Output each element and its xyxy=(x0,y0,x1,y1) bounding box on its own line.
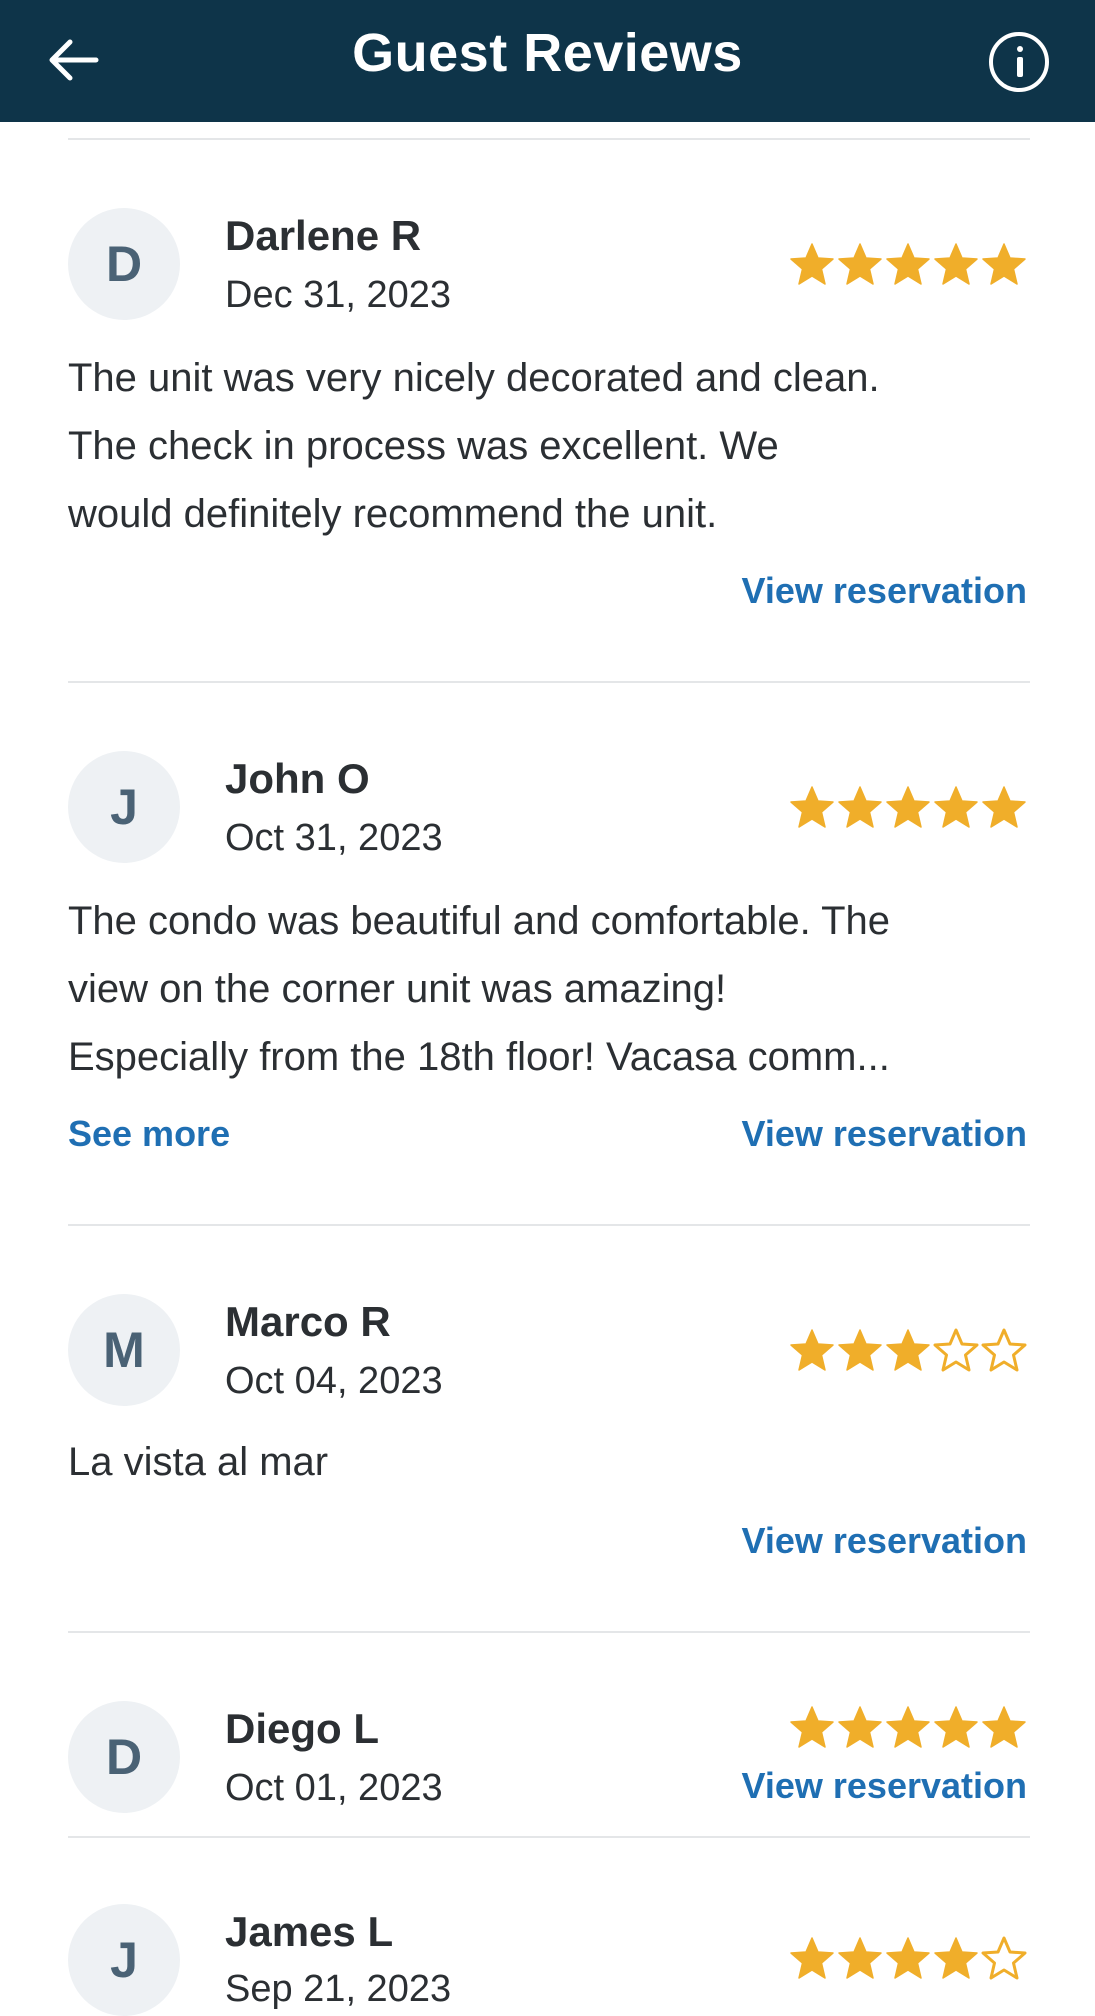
view-reservation-link[interactable]: View reservation xyxy=(742,1765,1028,1807)
avatar: J xyxy=(68,751,180,863)
divider xyxy=(68,138,1030,140)
star-filled-icon xyxy=(789,1936,835,1980)
star-outline-icon xyxy=(981,1328,1027,1372)
review-text-line: Especially from the 18th floor! Vacasa c… xyxy=(68,1035,890,1079)
star-filled-icon xyxy=(885,1936,931,1980)
star-filled-icon xyxy=(837,1936,883,1980)
star-filled-icon xyxy=(837,785,883,829)
star-filled-icon xyxy=(933,242,979,286)
review-text: La vista al mar xyxy=(68,1428,1038,1496)
info-button[interactable] xyxy=(989,32,1049,92)
view-reservation-link[interactable]: View reservation xyxy=(742,1520,1028,1562)
star-filled-icon xyxy=(885,1328,931,1372)
star-rating xyxy=(789,785,1027,829)
avatar: M xyxy=(68,1294,180,1406)
review-text-line: would definitely recommend the unit. xyxy=(68,492,718,536)
review-date: Sep 21, 2023 xyxy=(225,1968,452,2010)
review-text: The unit was very nicely decorated and c… xyxy=(68,344,1038,548)
star-filled-icon xyxy=(981,242,1027,286)
page-title: Guest Reviews xyxy=(352,23,743,83)
avatar: J xyxy=(68,1904,180,2016)
review-text-line: view on the corner unit was amazing! xyxy=(68,967,727,1011)
star-filled-icon xyxy=(885,1705,931,1749)
star-rating xyxy=(789,242,1027,286)
star-filled-icon xyxy=(789,242,835,286)
star-rating xyxy=(789,1328,1027,1372)
review-text-line: The check in process was excellent. We xyxy=(68,424,779,468)
star-filled-icon xyxy=(789,1328,835,1372)
divider xyxy=(68,1631,1030,1633)
star-filled-icon xyxy=(837,1328,883,1372)
star-filled-icon xyxy=(933,785,979,829)
divider xyxy=(68,681,1030,683)
star-rating xyxy=(789,1936,1027,1980)
review-date: Dec 31, 2023 xyxy=(225,274,452,316)
review-text-line: La vista al mar xyxy=(68,1440,329,1484)
divider xyxy=(68,1836,1030,1838)
review-date: Oct 04, 2023 xyxy=(225,1360,443,1402)
reviewer-name: James L xyxy=(225,1908,394,1955)
star-filled-icon xyxy=(837,1705,883,1749)
app-header: Guest Reviews xyxy=(0,0,1095,122)
reviewer-name: John O xyxy=(225,755,370,802)
star-filled-icon xyxy=(933,1705,979,1749)
star-filled-icon xyxy=(933,1936,979,1980)
view-reservation-link[interactable]: View reservation xyxy=(742,570,1028,612)
review-date: Oct 01, 2023 xyxy=(225,1767,443,1809)
review-date: Oct 31, 2023 xyxy=(225,817,443,859)
reviewer-name: Marco R xyxy=(225,1298,391,1345)
star-rating xyxy=(789,1705,1027,1749)
star-filled-icon xyxy=(885,242,931,286)
see-more-link[interactable]: See more xyxy=(68,1113,230,1155)
star-outline-icon xyxy=(981,1936,1027,1980)
star-filled-icon xyxy=(885,785,931,829)
review-text-line: The unit was very nicely decorated and c… xyxy=(68,356,880,400)
reviewer-name: Darlene R xyxy=(225,212,422,259)
star-filled-icon xyxy=(981,785,1027,829)
review-text-line: The condo was beautiful and comfortable.… xyxy=(68,899,890,943)
review-text: The condo was beautiful and comfortable.… xyxy=(68,887,1038,1091)
divider xyxy=(68,1224,1030,1226)
star-filled-icon xyxy=(837,242,883,286)
star-outline-icon xyxy=(933,1328,979,1372)
view-reservation-link[interactable]: View reservation xyxy=(742,1113,1028,1155)
reviewer-name: Diego L xyxy=(225,1705,379,1752)
avatar: D xyxy=(68,208,180,320)
avatar: D xyxy=(68,1701,180,1813)
star-filled-icon xyxy=(789,785,835,829)
star-filled-icon xyxy=(789,1705,835,1749)
star-filled-icon xyxy=(981,1705,1027,1749)
